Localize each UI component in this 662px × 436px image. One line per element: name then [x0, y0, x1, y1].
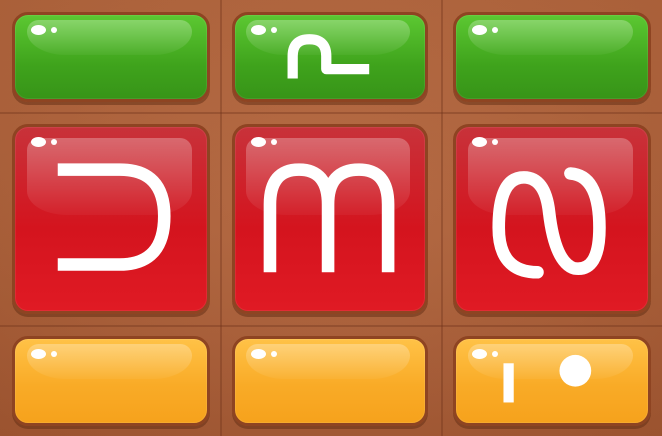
loop-glyph-icon — [492, 167, 606, 279]
tile-r0-c2[interactable] — [453, 12, 651, 102]
reversed-c-glyph-icon — [57, 163, 171, 271]
tile-r0-c1[interactable] — [232, 12, 428, 102]
board-seam — [0, 325, 662, 327]
tile-r1-c1[interactable] — [232, 124, 428, 314]
tile-r1-c0[interactable] — [12, 124, 210, 314]
board-seam — [441, 0, 443, 436]
tile-r2-c2[interactable] — [453, 336, 651, 426]
tile-r2-c1[interactable] — [232, 336, 428, 426]
board-seam — [0, 112, 662, 114]
tile-r1-c2[interactable] — [453, 124, 651, 314]
game-board — [0, 0, 662, 436]
bar-dot-glyph-icon — [503, 354, 592, 403]
tile-r0-c0[interactable] — [12, 12, 210, 102]
m-glyph-icon — [263, 163, 395, 273]
tile-r2-c0[interactable] — [12, 336, 210, 426]
hook-glyph-icon — [287, 34, 370, 79]
board-seam — [220, 0, 222, 436]
